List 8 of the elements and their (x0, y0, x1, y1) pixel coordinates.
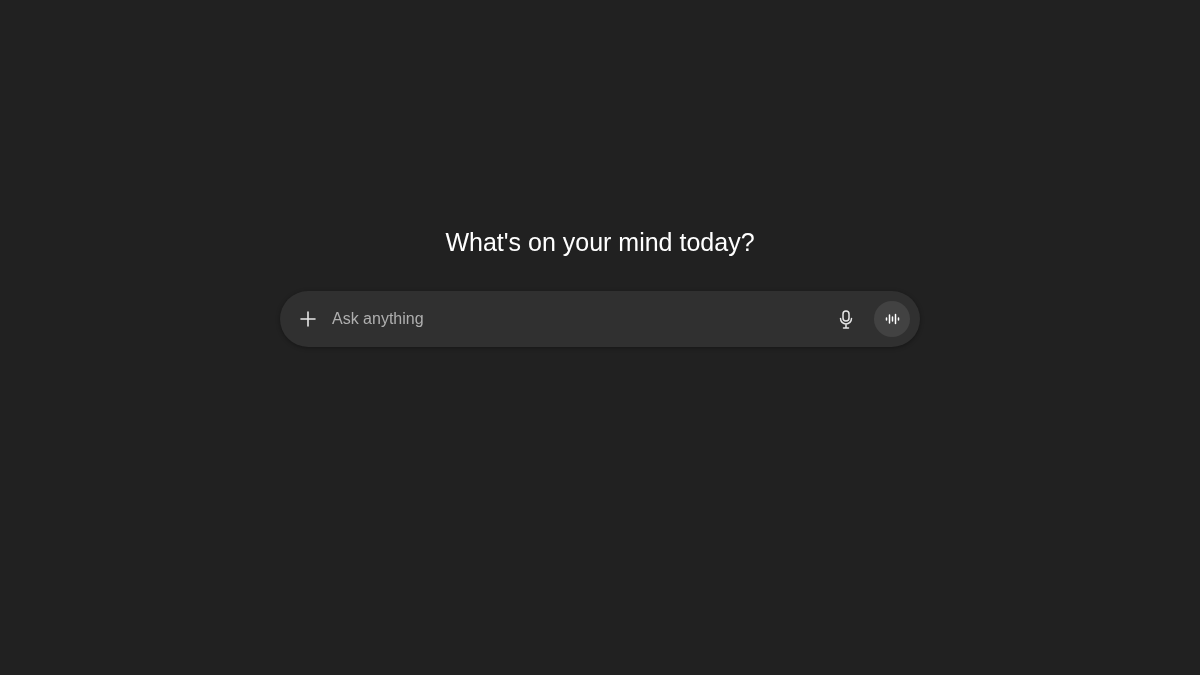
add-button[interactable] (298, 309, 318, 329)
heading: What's on your mind today? (445, 228, 755, 257)
microphone-icon (839, 309, 853, 329)
message-field[interactable]: Ask anything (280, 291, 920, 347)
input-field[interactable]: Ask anything (328, 307, 826, 331)
voice-mode-button[interactable] (874, 301, 910, 337)
sound-wave-icon (884, 313, 900, 325)
plus-icon (300, 311, 316, 327)
